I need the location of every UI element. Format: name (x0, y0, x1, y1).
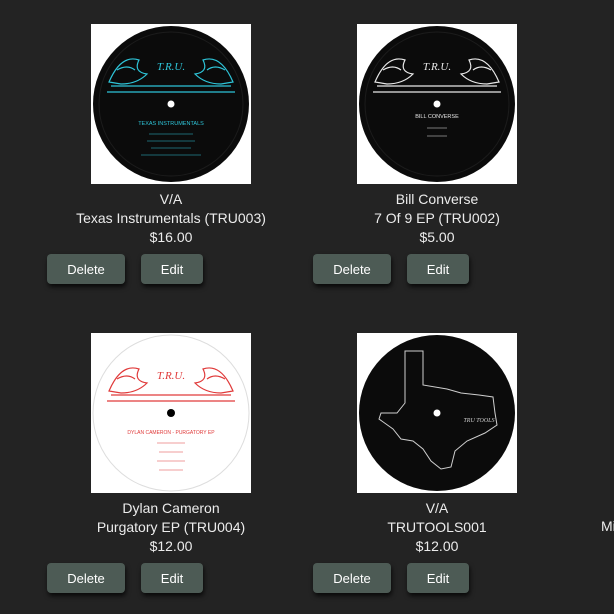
edit-button[interactable]: Edit (141, 254, 203, 284)
product-price: $12.00 (415, 538, 459, 554)
cover-title: BILL CONVERSE (415, 114, 459, 120)
edit-button[interactable]: Edit (407, 254, 469, 284)
product-title-partial: Mi (601, 518, 614, 534)
cover-logo: TRU TOOLS (463, 418, 494, 424)
album-cover: T.R.U. TEXAS INSTRUMENTALS (91, 24, 251, 184)
delete-button[interactable]: Delete (47, 254, 125, 284)
vinyl-record-icon: TRU TOOLS (359, 335, 515, 491)
product-artist: Dylan Cameron (122, 500, 220, 516)
product-title: Purgatory EP (TRU004) (96, 519, 246, 535)
cover-logo: T.R.U. (157, 370, 185, 382)
vinyl-record-icon: T.R.U. TEXAS INSTRUMENTALS (93, 26, 249, 182)
album-cover: T.R.U. BILL CONVERSE (357, 24, 517, 184)
edit-button[interactable]: Edit (141, 563, 203, 593)
product-price: $12.00 (149, 538, 193, 554)
product-price: $5.00 (419, 229, 455, 245)
edit-button[interactable]: Edit (407, 563, 469, 593)
cover-title: TEXAS INSTRUMENTALS (138, 121, 204, 127)
delete-button[interactable]: Delete (313, 254, 391, 284)
product-price: $16.00 (149, 229, 193, 245)
cover-logo: T.R.U. (157, 61, 185, 73)
product-title: Texas Instrumentals (TRU003) (76, 210, 266, 226)
product-title: TRUTOOLS001 (387, 519, 487, 535)
cover-title: DYLAN CAMERON - PURGATORY EP (127, 430, 215, 436)
product-artist: V/A (425, 500, 449, 516)
product-title: 7 Of 9 EP (TRU002) (374, 210, 500, 226)
delete-button[interactable]: Delete (313, 563, 391, 593)
cover-logo: T.R.U. (423, 61, 451, 73)
product-grid: T.R.U. TEXAS INSTRUMENTALS V/A Texas Ins… (0, 0, 614, 614)
product-artist: V/A (159, 191, 183, 207)
product-artist: Bill Converse (395, 191, 479, 207)
vinyl-record-icon: T.R.U. DYLAN CAMERON - PURGATORY EP (92, 334, 250, 492)
album-cover: T.R.U. DYLAN CAMERON - PURGATORY EP (91, 333, 251, 493)
album-cover: TRU TOOLS (357, 333, 517, 493)
delete-button[interactable]: Delete (47, 563, 125, 593)
vinyl-record-icon: T.R.U. BILL CONVERSE (359, 26, 515, 182)
